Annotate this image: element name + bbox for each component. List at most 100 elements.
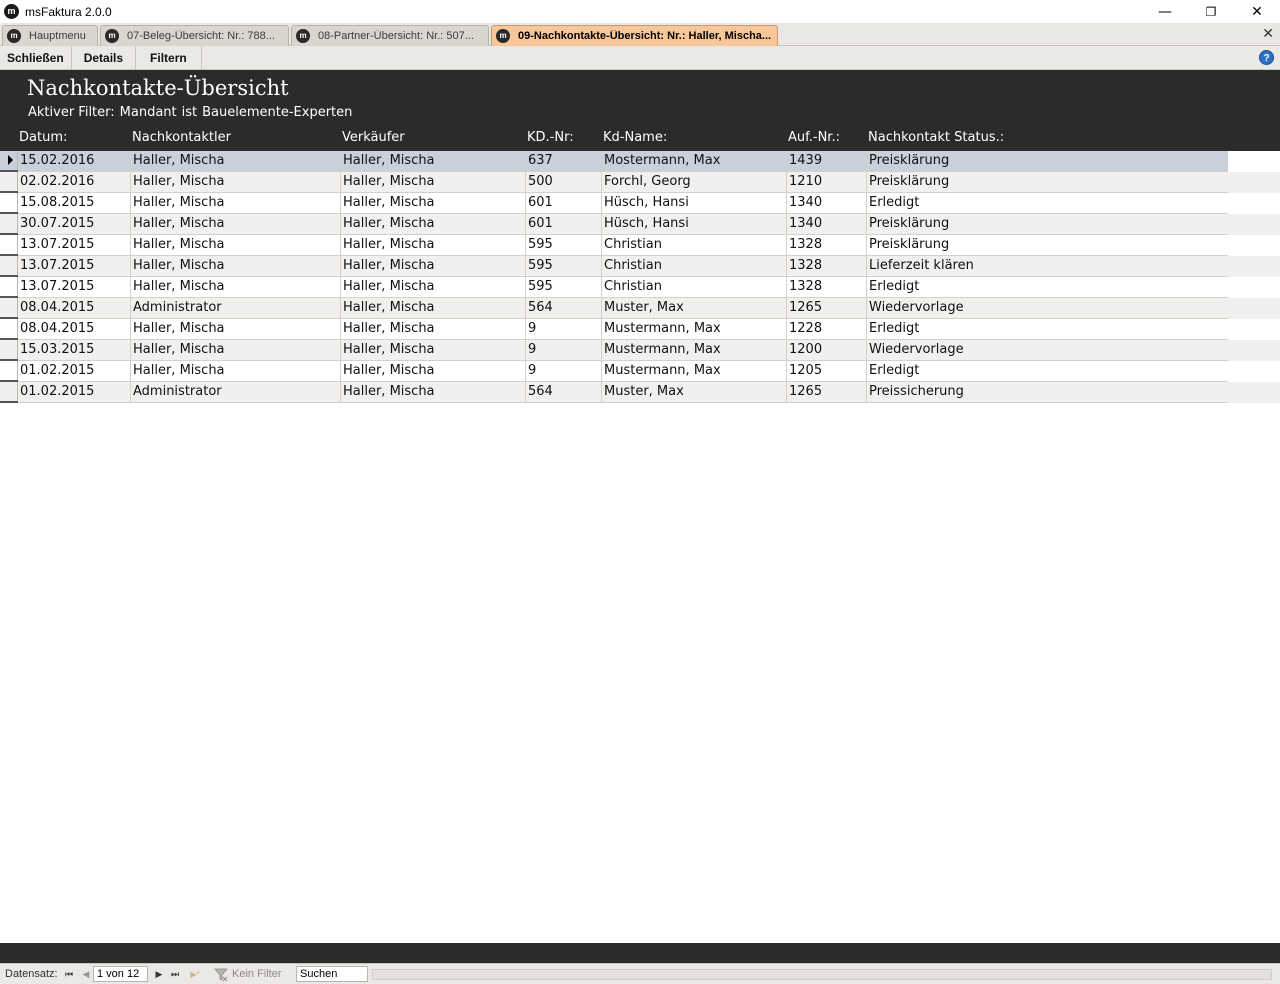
cell-verkaeufer[interactable]: Haller, Mischa <box>341 361 526 381</box>
table-row[interactable]: 15.08.2015 Haller, Mischa Haller, Mischa 60… <box>0 193 1228 214</box>
cell-auf-nr[interactable]: 1340 <box>787 214 867 234</box>
cell-nachkontaktler[interactable]: Haller, Mischa <box>131 340 341 360</box>
cell-status[interactable]: Preisklärung <box>867 151 1228 171</box>
cell-kd-nr[interactable]: 595 <box>526 235 602 255</box>
cell-nachkontaktler[interactable]: Administrator <box>131 298 341 318</box>
cell-status[interactable]: Lieferzeit klären <box>867 256 1228 276</box>
restore-button[interactable]: ❐ <box>1188 0 1234 23</box>
cell-kd-nr[interactable]: 637 <box>526 151 602 171</box>
cell-status[interactable]: Wiedervorlage <box>867 340 1228 360</box>
column-header-kd-nr[interactable]: KD.-Nr: <box>527 130 574 145</box>
minimize-button[interactable]: — <box>1142 0 1188 23</box>
table-row[interactable]: 01.02.2015 Haller, Mischa Haller, Mischa 9 M… <box>0 361 1228 382</box>
filter-button[interactable]: Filtern <box>136 46 202 69</box>
column-header-datum[interactable]: Datum: <box>19 130 67 145</box>
cell-nachkontaktler[interactable]: Haller, Mischa <box>131 214 341 234</box>
cell-status[interactable]: Preisklärung <box>867 172 1228 192</box>
cell-kd-name[interactable]: Mustermann, Max <box>602 361 787 381</box>
last-record-icon[interactable]: ⏭ <box>169 967 181 982</box>
cell-kd-name[interactable]: Forchl, Georg <box>602 172 787 192</box>
cell-verkaeufer[interactable]: Haller, Mischa <box>341 382 526 402</box>
cell-kd-nr[interactable]: 9 <box>526 361 602 381</box>
cell-auf-nr[interactable]: 1328 <box>787 277 867 297</box>
table-row[interactable]: 08.04.2015 Haller, Mischa Haller, Mischa 9 M… <box>0 319 1228 340</box>
record-selector[interactable] <box>0 151 18 172</box>
table-row[interactable]: 15.03.2015 Haller, Mischa Haller, Mischa 9 M… <box>0 340 1228 361</box>
new-record-icon[interactable]: ▶* <box>187 967 203 982</box>
record-selector[interactable] <box>0 256 18 277</box>
cell-status[interactable]: Erledigt <box>867 319 1228 339</box>
cell-auf-nr[interactable]: 1205 <box>787 361 867 381</box>
horizontal-scrollbar[interactable] <box>372 969 1272 980</box>
cell-datum[interactable]: 01.02.2015 <box>18 361 131 381</box>
cell-kd-nr[interactable]: 595 <box>526 277 602 297</box>
help-icon[interactable]: ? <box>1259 50 1274 65</box>
close-form-button[interactable]: Schließen <box>0 46 72 69</box>
cell-kd-name[interactable]: Muster, Max <box>602 298 787 318</box>
cell-status[interactable]: Erledigt <box>867 277 1228 297</box>
tab-nachkontakte-uebersicht[interactable]: m 09-Nachkontakte-Übersicht: Nr.: Haller… <box>491 25 778 46</box>
cell-nachkontaktler[interactable]: Haller, Mischa <box>131 361 341 381</box>
cell-status[interactable]: Preisklärung <box>867 214 1228 234</box>
cell-kd-name[interactable]: Mustermann, Max <box>602 340 787 360</box>
cell-kd-nr[interactable]: 500 <box>526 172 602 192</box>
column-header-verkaeufer[interactable]: Verkäufer <box>342 130 405 145</box>
cell-kd-nr[interactable]: 564 <box>526 298 602 318</box>
table-row[interactable]: 13.07.2015 Haller, Mischa Haller, Mischa 59… <box>0 256 1228 277</box>
cell-kd-name[interactable]: Mustermann, Max <box>602 319 787 339</box>
record-selector[interactable] <box>0 235 18 256</box>
table-row[interactable]: 13.07.2015 Haller, Mischa Haller, Mischa 59… <box>0 235 1228 256</box>
cell-verkaeufer[interactable]: Haller, Mischa <box>341 277 526 297</box>
cell-kd-name[interactable]: Mostermann, Max <box>602 151 787 171</box>
cell-kd-name[interactable]: Hüsch, Hansi <box>602 193 787 213</box>
record-selector[interactable] <box>0 298 18 319</box>
table-row[interactable]: 02.02.2016 Haller, Mischa Haller, Mischa 50… <box>0 172 1228 193</box>
filter-status[interactable]: Kein Filter <box>232 967 282 982</box>
cell-nachkontaktler[interactable]: Haller, Mischa <box>131 151 341 171</box>
cell-nachkontaktler[interactable]: Haller, Mischa <box>131 256 341 276</box>
cell-datum[interactable]: 08.04.2015 <box>18 298 131 318</box>
column-header-auf-nr[interactable]: Auf.-Nr.: <box>788 130 840 145</box>
table-row[interactable]: 15.02.2016 Haller, Mischa Haller, Mischa 63… <box>0 151 1228 172</box>
record-position-field[interactable]: 1 von 12 <box>93 966 148 982</box>
cell-verkaeufer[interactable]: Haller, Mischa <box>341 235 526 255</box>
cell-verkaeufer[interactable]: Haller, Mischa <box>341 193 526 213</box>
cell-status[interactable]: Erledigt <box>867 361 1228 381</box>
cell-kd-nr[interactable]: 595 <box>526 256 602 276</box>
cell-kd-name[interactable]: Christian <box>602 256 787 276</box>
cell-status[interactable]: Wiedervorlage <box>867 298 1228 318</box>
record-selector[interactable] <box>0 361 18 382</box>
cell-kd-nr[interactable]: 9 <box>526 319 602 339</box>
cell-auf-nr[interactable]: 1439 <box>787 151 867 171</box>
cell-datum[interactable]: 13.07.2015 <box>18 256 131 276</box>
cell-datum[interactable]: 13.07.2015 <box>18 277 131 297</box>
cell-datum[interactable]: 30.07.2015 <box>18 214 131 234</box>
cell-nachkontaktler[interactable]: Administrator <box>131 382 341 402</box>
cell-auf-nr[interactable]: 1265 <box>787 298 867 318</box>
table-row[interactable]: 13.07.2015 Haller, Mischa Haller, Mischa 59… <box>0 277 1228 298</box>
cell-status[interactable]: Preissicherung <box>867 382 1228 402</box>
cell-verkaeufer[interactable]: Haller, Mischa <box>341 298 526 318</box>
cell-kd-name[interactable]: Hüsch, Hansi <box>602 214 787 234</box>
cell-kd-name[interactable]: Christian <box>602 277 787 297</box>
column-header-nachkontaktler[interactable]: Nachkontaktler <box>132 130 231 145</box>
table-row[interactable]: 01.02.2015 Administrator Haller, Mischa 564… <box>0 382 1228 403</box>
cell-verkaeufer[interactable]: Haller, Mischa <box>341 172 526 192</box>
cell-datum[interactable]: 13.07.2015 <box>18 235 131 255</box>
close-tab-icon[interactable]: ✕ <box>1262 25 1274 44</box>
record-selector[interactable] <box>0 214 18 235</box>
cell-kd-nr[interactable]: 9 <box>526 340 602 360</box>
cell-auf-nr[interactable]: 1340 <box>787 193 867 213</box>
cell-nachkontaktler[interactable]: Haller, Mischa <box>131 172 341 192</box>
cell-auf-nr[interactable]: 1210 <box>787 172 867 192</box>
record-selector[interactable] <box>0 172 18 193</box>
previous-record-icon[interactable]: ◀ <box>80 967 92 982</box>
cell-datum[interactable]: 02.02.2016 <box>18 172 131 192</box>
cell-nachkontaktler[interactable]: Haller, Mischa <box>131 235 341 255</box>
tab-partner-uebersicht[interactable]: m 08-Partner-Übersicht: Nr.: 507... <box>291 25 489 46</box>
cell-datum[interactable]: 08.04.2015 <box>18 319 131 339</box>
record-selector[interactable] <box>0 340 18 361</box>
cell-datum[interactable]: 01.02.2015 <box>18 382 131 402</box>
cell-verkaeufer[interactable]: Haller, Mischa <box>341 340 526 360</box>
cell-verkaeufer[interactable]: Haller, Mischa <box>341 319 526 339</box>
